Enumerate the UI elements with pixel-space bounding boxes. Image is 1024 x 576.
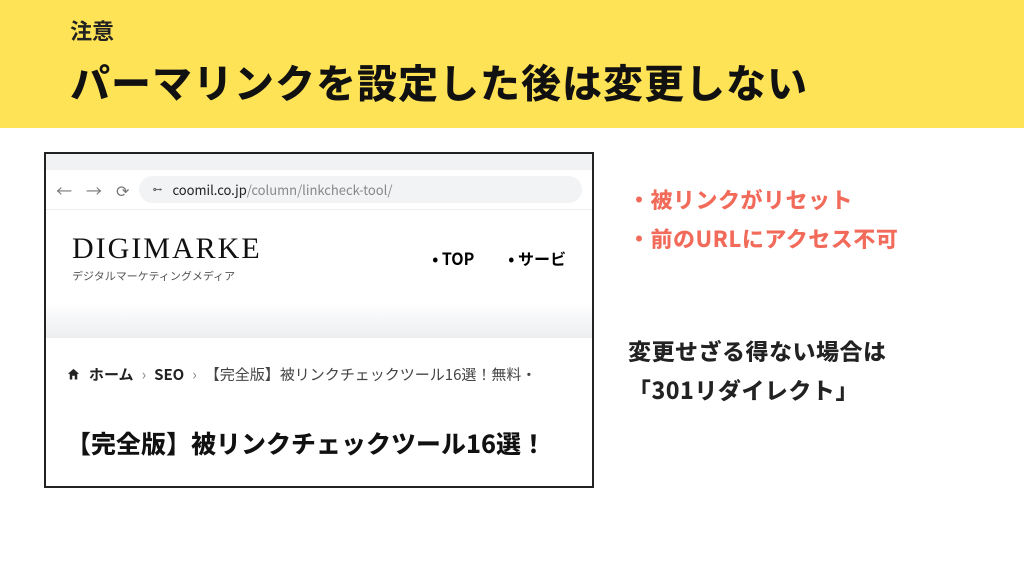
breadcrumb-category: SEO — [154, 364, 184, 385]
chevron-right-icon: › — [142, 364, 147, 385]
browser-toolbar: ← → ⟳ coomil.co.jp/column/linkcheck-tool… — [46, 170, 592, 210]
browser-screenshot: ← → ⟳ coomil.co.jp/column/linkcheck-tool… — [44, 152, 594, 488]
back-icon: ← — [56, 178, 72, 202]
side-notes: ・被リンクがリセット ・前のURLにアクセス不可 変更せざる得ない場合は 「30… — [628, 152, 988, 488]
breadcrumb-page: 【完全版】被リンクチェックツール16選！無料・ — [205, 364, 537, 385]
bullet-backlink-reset: ・被リンクがリセット — [628, 180, 988, 219]
site-header: DIGIMARKE デジタルマーケティングメディア TOP サービ — [46, 210, 592, 302]
site-nav: TOP サービ — [432, 246, 566, 270]
url-domain: coomil.co.jp — [172, 180, 246, 199]
site-settings-icon — [151, 183, 164, 196]
article-title: 【完全版】被リンクチェックツール16選！ — [46, 395, 592, 461]
breadcrumb: ホーム › SEO › 【完全版】被リンクチェックツール16選！無料・ — [46, 338, 592, 395]
banner-headline: パーマリンクを設定した後は変更しない — [70, 52, 954, 110]
browser-tabstrip — [46, 154, 592, 170]
reload-icon: ⟳ — [116, 178, 129, 202]
banner-label: 注意 — [70, 14, 954, 46]
breadcrumb-home: ホーム — [89, 364, 134, 385]
site-logo: DIGIMARKE — [72, 232, 262, 266]
note-line-2: 「301リダイレクト」 — [628, 370, 988, 409]
address-bar: coomil.co.jp/column/linkcheck-tool/ — [139, 176, 582, 203]
nav-item-service: サービ — [508, 246, 566, 270]
site-tagline: デジタルマーケティングメディア — [72, 268, 262, 284]
forward-icon: → — [86, 178, 102, 202]
nav-item-top: TOP — [432, 246, 474, 270]
home-icon — [66, 367, 81, 382]
bullet-old-url-inaccessible: ・前のURLにアクセス不可 — [628, 219, 988, 258]
chevron-right-icon: › — [192, 364, 197, 385]
header-shadow — [46, 302, 592, 338]
note-line-1: 変更せざる得ない場合は — [628, 331, 988, 370]
url-path: /column/linkcheck-tool/ — [247, 180, 393, 199]
warning-banner: 注意 パーマリンクを設定した後は変更しない — [0, 0, 1024, 128]
